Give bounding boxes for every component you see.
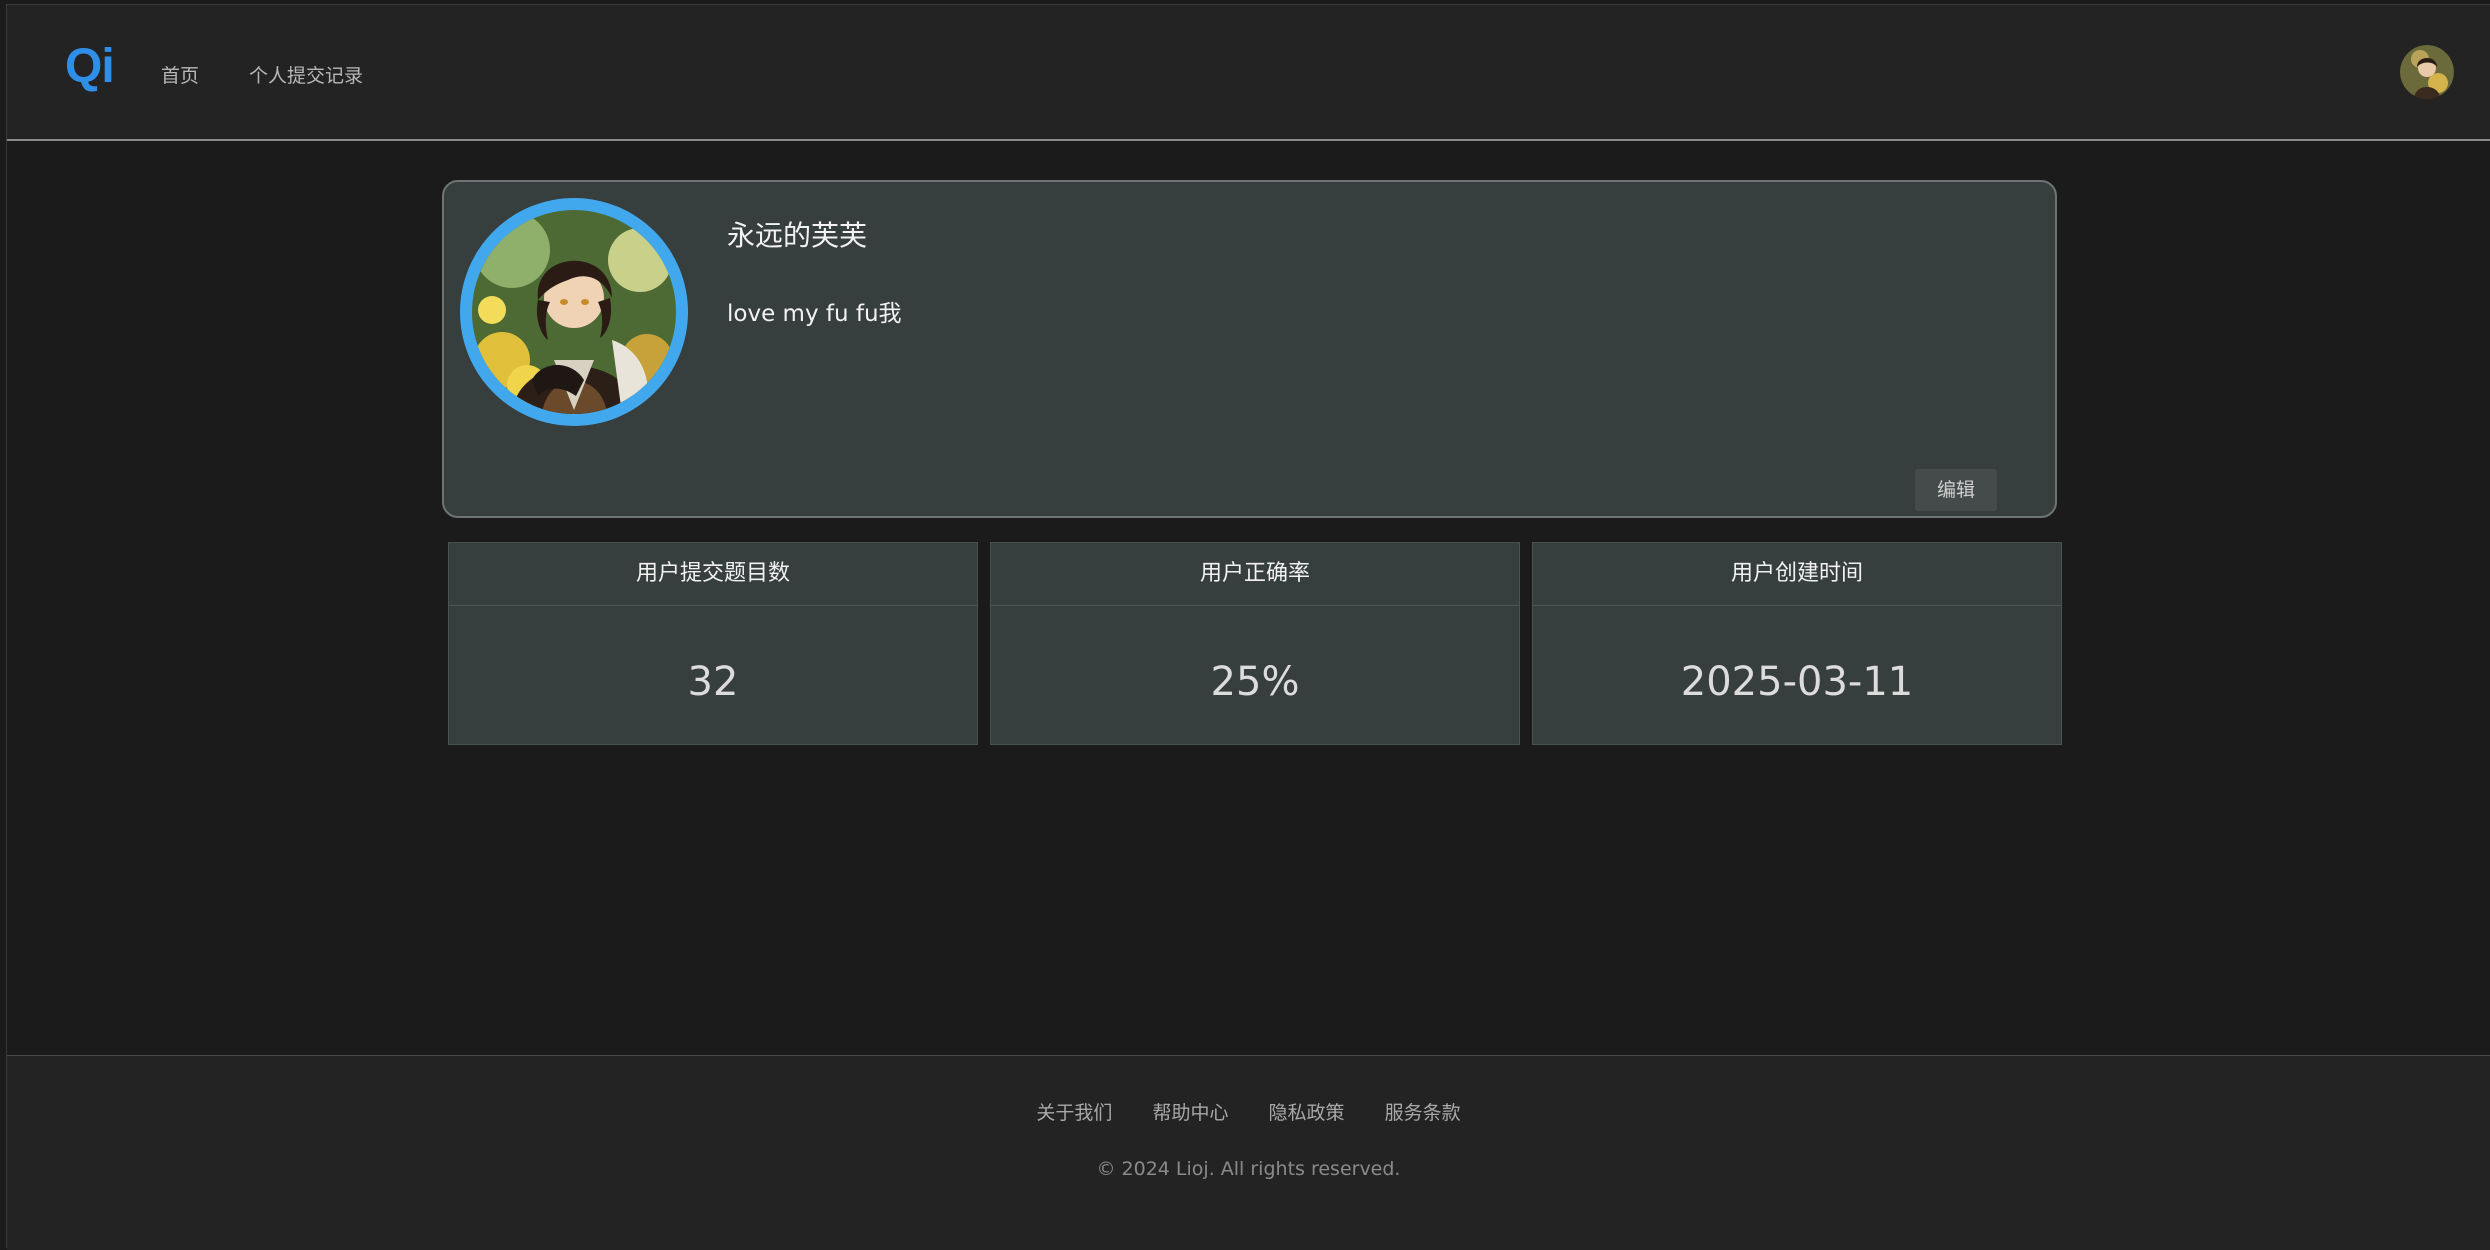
stat-label: 用户正确率 <box>991 543 1519 606</box>
stat-card-accuracy: 用户正确率 25% <box>990 542 1520 745</box>
footer-link-about[interactable]: 关于我们 <box>1036 1102 1112 1124</box>
profile-card: 永远的芙芙 love my fu fu我 编辑 <box>442 180 2057 518</box>
copyright-text: © 2024 Lioj. All rights reserved. <box>1096 1158 1401 1180</box>
user-avatar-menu[interactable] <box>2400 45 2454 99</box>
edit-profile-button[interactable]: 编辑 <box>1915 469 1997 511</box>
stat-card-submissions: 用户提交题目数 32 <box>448 542 978 745</box>
footer: 关于我们 帮助中心 隐私政策 服务条款 © 2024 Lioj. All rig… <box>7 1055 2490 1250</box>
profile-username: 永远的芙芙 <box>727 219 868 252</box>
app-window: Qi 首页 个人提交记录 永远的芙芙 love my fu fu我 编辑 用户提… <box>6 4 2490 1250</box>
nav-home[interactable]: 首页 <box>161 61 199 88</box>
profile-avatar-image <box>472 210 676 414</box>
footer-links: 关于我们 帮助中心 隐私政策 服务条款 <box>7 1098 2490 1125</box>
profile-bio: love my fu fu我 <box>727 301 902 327</box>
stat-label: 用户提交题目数 <box>449 543 977 606</box>
stat-value: 25% <box>1210 659 1300 705</box>
stat-value: 32 <box>687 659 739 705</box>
site-logo[interactable]: Qi <box>65 39 115 94</box>
profile-avatar[interactable] <box>460 198 688 426</box>
stat-card-created-date: 用户创建时间 2025-03-11 <box>1532 542 2062 745</box>
footer-link-privacy[interactable]: 隐私政策 <box>1269 1102 1345 1124</box>
footer-link-terms[interactable]: 服务条款 <box>1385 1102 1461 1124</box>
top-nav-bar: Qi 首页 个人提交记录 <box>7 5 2490 141</box>
footer-link-help[interactable]: 帮助中心 <box>1152 1102 1228 1124</box>
stat-value: 2025-03-11 <box>1680 659 1914 705</box>
nav-submission-records[interactable]: 个人提交记录 <box>249 61 363 88</box>
avatar-image <box>2400 45 2454 99</box>
stat-label: 用户创建时间 <box>1533 543 2061 606</box>
